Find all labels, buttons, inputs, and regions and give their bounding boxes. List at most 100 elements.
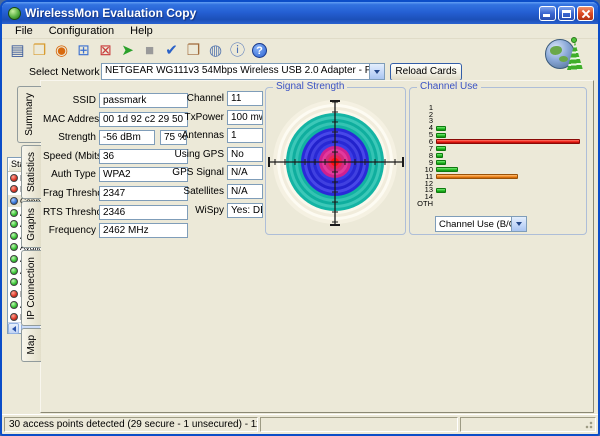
tab-strip: Summary Statistics Graphs IP Connection Map xyxy=(17,86,41,362)
open-folder-button[interactable]: ❒ xyxy=(30,41,49,60)
verify-icon: ✔ xyxy=(165,42,178,59)
signal-strength-radar xyxy=(268,100,404,226)
network-card-value: NETGEAR WG111v3 54Mbps Wireless USB 2.0 … xyxy=(105,65,369,76)
maximize-button[interactable] xyxy=(558,5,575,21)
tab-ip-connection[interactable]: IP Connection xyxy=(21,249,41,327)
resize-grip[interactable] xyxy=(582,418,594,430)
disconnect-card-button[interactable]: ⊠ xyxy=(96,41,115,60)
chevron-down-icon[interactable] xyxy=(369,64,384,79)
status-text-1: 30 access points detected (29 secure - 1… xyxy=(9,419,257,430)
network-card-select[interactable]: NETGEAR WG111v3 54Mbps Wireless USB 2.0 … xyxy=(101,63,385,80)
field-label-frag-threshold: Frag Threshold xyxy=(43,187,111,199)
field-label-txpower: TxPower xyxy=(184,111,224,123)
info-bubble-icon: ⓘ xyxy=(229,42,245,59)
field-value-strength[interactable]: -56 dBm xyxy=(99,130,155,146)
menu-item-help[interactable]: Help xyxy=(122,25,161,37)
start-logging-icon: ➤ xyxy=(121,42,134,59)
channel-row-6: 6 xyxy=(416,138,582,145)
channel-bar-6 xyxy=(436,139,580,145)
verify-button[interactable]: ✔ xyxy=(162,41,181,60)
channel-bar-4 xyxy=(436,125,447,131)
web-button[interactable]: ◍ xyxy=(206,41,225,60)
field-value-wispy[interactable]: Yes: DBx xyxy=(227,202,263,218)
toolbar: ▤ ❒ ◉ ⊞ ⊠ ➤ ■ ✔ ❐ ◍ ⓘ? xyxy=(2,40,269,61)
channel-row-8: 8 xyxy=(416,152,582,159)
channel-row-1: 1 xyxy=(416,104,582,111)
window-title: WirelessMon Evaluation Copy xyxy=(25,6,197,20)
channel-row-11: 11 xyxy=(416,173,582,180)
field-value-satellites[interactable]: N/A xyxy=(227,183,263,199)
channel-row-13: 13 xyxy=(416,186,582,194)
channel-row-2: 2 xyxy=(416,111,582,118)
channel-bar-9 xyxy=(436,160,447,166)
field-label-auth-type: Auth Type xyxy=(51,169,96,181)
field-value-channel[interactable]: 11 xyxy=(227,91,263,106)
field-value-antennas[interactable]: 1 xyxy=(227,128,263,144)
status-bar: 30 access points detected (29 secure - 1… xyxy=(2,414,598,434)
channel-bar-7 xyxy=(436,146,447,152)
channel-use-select-value: Channel Use (B/G) xyxy=(439,219,511,230)
status-panel-1: 30 access points detected (29 secure - 1… xyxy=(4,417,258,432)
field-label-gps-signal: GPS Signal xyxy=(172,167,224,179)
field-value-frequency[interactable]: 2462 MHz xyxy=(99,223,188,239)
disconnect-card-icon: ⊠ xyxy=(99,42,112,59)
field-value-gps-signal[interactable]: N/A xyxy=(227,165,263,181)
field-label-wispy: WiSpy xyxy=(195,204,224,216)
status-panel-3 xyxy=(460,417,596,432)
wirelessmon-logo xyxy=(545,34,585,74)
start-logging-button[interactable]: ➤ xyxy=(118,41,137,60)
tab-statistics[interactable]: Statistics xyxy=(21,144,41,199)
minimize-button[interactable] xyxy=(539,5,556,21)
channel-bar-11 xyxy=(436,173,519,179)
reload-cards-button[interactable]: Reload Cards xyxy=(390,63,462,81)
help-icon: ? xyxy=(252,43,267,58)
channel-use-title: Channel Use xyxy=(417,81,481,92)
field-label-rts-threshold: RTS Threshold xyxy=(43,206,110,218)
field-antennas: Antennas 1 xyxy=(161,128,263,144)
open-folder-icon: ❒ xyxy=(32,42,47,59)
field-label-ssid: SSID xyxy=(72,95,96,106)
chevron-down-icon[interactable] xyxy=(511,217,526,231)
report-icon: ❐ xyxy=(186,42,201,59)
network-card-button[interactable]: ⊞ xyxy=(74,41,93,60)
channel-use-bars: 1 2 3 4 5 6 7 8 9 10 11 12 13 14 OTH xyxy=(416,104,582,207)
channel-use-select[interactable]: Channel Use (B/G) xyxy=(435,216,527,232)
close-button[interactable] xyxy=(577,5,594,21)
channel-use-group: Channel Use 1 2 3 4 5 6 7 8 9 10 11 12 13 14 OTH Chann… xyxy=(409,81,587,235)
record-log-button[interactable]: ◉ xyxy=(52,41,71,60)
field-label-mac-address: MAC Address xyxy=(43,113,105,125)
help-button[interactable]: ? xyxy=(250,41,269,60)
channel-row-12: 12 xyxy=(416,179,582,187)
field-label-satellites: Satellites xyxy=(183,185,224,197)
field-value-txpower[interactable]: 100 mw xyxy=(227,109,263,125)
channel-bar-5 xyxy=(436,132,447,138)
field-frequency: Frequency 2462 MHz xyxy=(43,223,188,239)
record-log-icon: ◉ xyxy=(54,42,69,59)
signal-strength-group: Signal Strength xyxy=(265,81,406,235)
field-label-antennas: Antennas xyxy=(181,130,224,142)
report-button[interactable]: ❐ xyxy=(184,41,203,60)
channel-row-4: 4 xyxy=(416,124,582,132)
field-value-using-gps[interactable]: No xyxy=(227,146,263,162)
save-button[interactable]: ▤ xyxy=(8,41,27,60)
stop-logging-button[interactable]: ■ xyxy=(140,41,159,60)
tab-label-statistics: Statistics xyxy=(26,151,37,192)
channel-row-oth: OTH xyxy=(416,200,582,207)
network-card-icon: ⊞ xyxy=(77,42,90,59)
tab-summary[interactable]: Summary xyxy=(17,86,41,143)
menu-item-configuration[interactable]: Configuration xyxy=(41,25,122,37)
summary-fields-right: Channel 11 TxPower 100 mw Antennas 1 Using GPS… xyxy=(161,91,263,221)
field-using-gps: Using GPS No xyxy=(161,146,263,162)
info-bubble-button[interactable]: ⓘ xyxy=(228,41,247,60)
tab-label-graphs: Graphs xyxy=(26,207,37,241)
menu-item-file[interactable]: File xyxy=(7,25,41,37)
save-icon: ▤ xyxy=(10,42,25,59)
title-bar: WirelessMon Evaluation Copy xyxy=(2,2,598,24)
field-txpower: TxPower 100 mw xyxy=(161,109,263,125)
field-label-frequency: Frequency xyxy=(48,225,96,237)
tab-map[interactable]: Map xyxy=(21,328,41,362)
channel-row-7: 7 xyxy=(416,145,582,152)
tab-label-map: Map xyxy=(26,335,37,355)
tab-graphs[interactable]: Graphs xyxy=(21,200,41,248)
field-satellites: Satellites N/A xyxy=(161,183,263,199)
